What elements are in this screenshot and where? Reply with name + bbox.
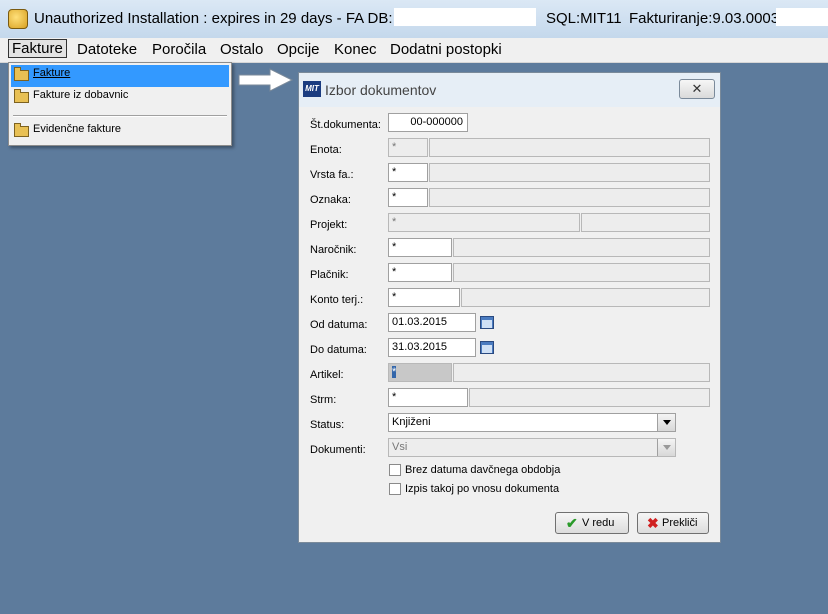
artikel-input[interactable]: * <box>388 363 452 382</box>
calendar-icon[interactable] <box>480 341 494 354</box>
fakture-dropdown-menu: Fakture Fakture iz dobavnic Evidenčne fa… <box>8 62 232 146</box>
folder-icon <box>14 67 29 81</box>
menu-datoteke[interactable]: Datoteke <box>77 41 137 58</box>
app-icon[interactable] <box>8 9 28 29</box>
label-oznaka: Oznaka: <box>310 194 351 206</box>
menu-ostalo[interactable]: Ostalo <box>220 41 263 58</box>
narocnik-description <box>453 238 710 257</box>
enota-description <box>429 138 710 157</box>
narocnik-input[interactable]: * <box>388 238 452 257</box>
dropdown-item-label: Evidenčne fakture <box>33 123 122 135</box>
strm-description <box>469 388 710 407</box>
label-dokumenti: Dokumenti: <box>310 444 366 456</box>
cross-icon: ✖ <box>647 515 659 531</box>
label-st-dokumenta: Št.dokumenta: <box>310 119 381 131</box>
label-do-datuma: Do datuma: <box>310 344 367 356</box>
label-placnik: Plačnik: <box>310 269 349 281</box>
dialog-titlebar: MIT Izbor dokumentov ✕ <box>299 73 720 107</box>
od-datuma-input[interactable]: 01.03.2015 <box>388 313 476 332</box>
label-vrsta-fa: Vrsta fa.: <box>310 169 354 181</box>
window-titlebar: Unauthorized Installation : expires in 2… <box>0 0 828 38</box>
folder-icon <box>14 89 29 103</box>
label-narocnik: Naročnik: <box>310 244 357 256</box>
st-dokumenta-input[interactable]: 00-000000 <box>388 113 468 132</box>
projekt-input[interactable]: * <box>388 213 580 232</box>
folder-icon <box>14 123 29 137</box>
vrsta-fa-input[interactable]: * <box>388 163 428 182</box>
sql-server-label: SQL:MIT11 <box>546 10 622 27</box>
checkmark-icon: ✔ <box>566 515 578 531</box>
projekt-description <box>581 213 710 232</box>
version-label: Fakturiranje:9.03.0003 <box>629 10 780 27</box>
brez-datuma-label: Brez datuma davčnega obdobja <box>405 464 561 476</box>
oznaka-description <box>429 188 710 207</box>
menu-fakture[interactable]: Fakture <box>8 39 67 58</box>
brez-datuma-checkbox[interactable] <box>389 464 401 476</box>
izpis-label: Izpis takoj po vnosu dokumenta <box>405 483 560 495</box>
mit-logo-icon: MIT <box>303 81 321 97</box>
vrsta-fa-description <box>429 163 710 182</box>
ok-button[interactable]: ✔ V redu <box>555 512 629 534</box>
dropdown-item-fakture-iz-dobavnic[interactable]: Fakture iz dobavnic <box>11 87 229 109</box>
calendar-icon[interactable] <box>480 316 494 329</box>
dropdown-item-fakture[interactable]: Fakture <box>11 65 229 87</box>
konto-terj-input[interactable]: * <box>388 288 460 307</box>
placnik-input[interactable]: * <box>388 263 452 282</box>
dialog-title: Izbor dokumentov <box>325 82 437 98</box>
artikel-description <box>453 363 710 382</box>
menu-konec[interactable]: Konec <box>334 41 377 58</box>
window-title: Unauthorized Installation : expires in 2… <box>34 10 393 27</box>
chevron-down-icon[interactable] <box>657 414 675 431</box>
menu-dodatni-postopki[interactable]: Dodatni postopki <box>390 41 502 58</box>
label-projekt: Projekt: <box>310 219 348 231</box>
label-od-datuma: Od datuma: <box>310 319 368 331</box>
do-datuma-input[interactable]: 31.03.2015 <box>388 338 476 357</box>
oznaka-input[interactable]: * <box>388 188 428 207</box>
dropdown-item-label: Fakture <box>33 67 71 79</box>
dropdown-item-label: Fakture iz dobavnic <box>33 89 129 101</box>
menu-bar: Fakture Datoteke Poročila Ostalo Opcije … <box>0 38 828 63</box>
menu-separator <box>13 115 227 117</box>
strm-input[interactable]: * <box>388 388 468 407</box>
cancel-button[interactable]: ✖ Prekliči <box>637 512 709 534</box>
ok-button-label: V redu <box>582 517 615 529</box>
dokumenti-select[interactable]: Vsi <box>388 438 676 457</box>
izbor-dokumentov-dialog: MIT Izbor dokumentov ✕ Št.dokumenta: 00-… <box>298 72 721 543</box>
konto-terj-description <box>461 288 710 307</box>
izpis-checkbox[interactable] <box>389 483 401 495</box>
pointer-arrow-icon <box>238 68 294 92</box>
dokumenti-value: Vsi <box>392 441 408 453</box>
chevron-down-icon[interactable] <box>657 439 675 456</box>
enota-input[interactable]: * <box>388 138 428 157</box>
label-strm: Strm: <box>310 394 337 406</box>
menu-porocila[interactable]: Poročila <box>152 41 206 58</box>
menu-opcije[interactable]: Opcije <box>277 41 320 58</box>
redacted-user <box>776 8 828 26</box>
label-konto-terj: Konto terj.: <box>310 294 364 306</box>
status-select[interactable]: Knjiženi <box>388 413 676 432</box>
redacted-db-name <box>394 8 536 26</box>
artikel-selected-text: * <box>392 366 397 378</box>
label-enota: Enota: <box>310 144 342 156</box>
close-button[interactable]: ✕ <box>679 79 715 99</box>
label-artikel: Artikel: <box>310 369 344 381</box>
cancel-button-label: Prekliči <box>662 517 698 529</box>
label-status: Status: <box>310 419 345 431</box>
status-value: Knjiženi <box>392 416 431 428</box>
placnik-description <box>453 263 710 282</box>
dropdown-item-evidencne-fakture[interactable]: Evidenčne fakture <box>11 121 229 143</box>
